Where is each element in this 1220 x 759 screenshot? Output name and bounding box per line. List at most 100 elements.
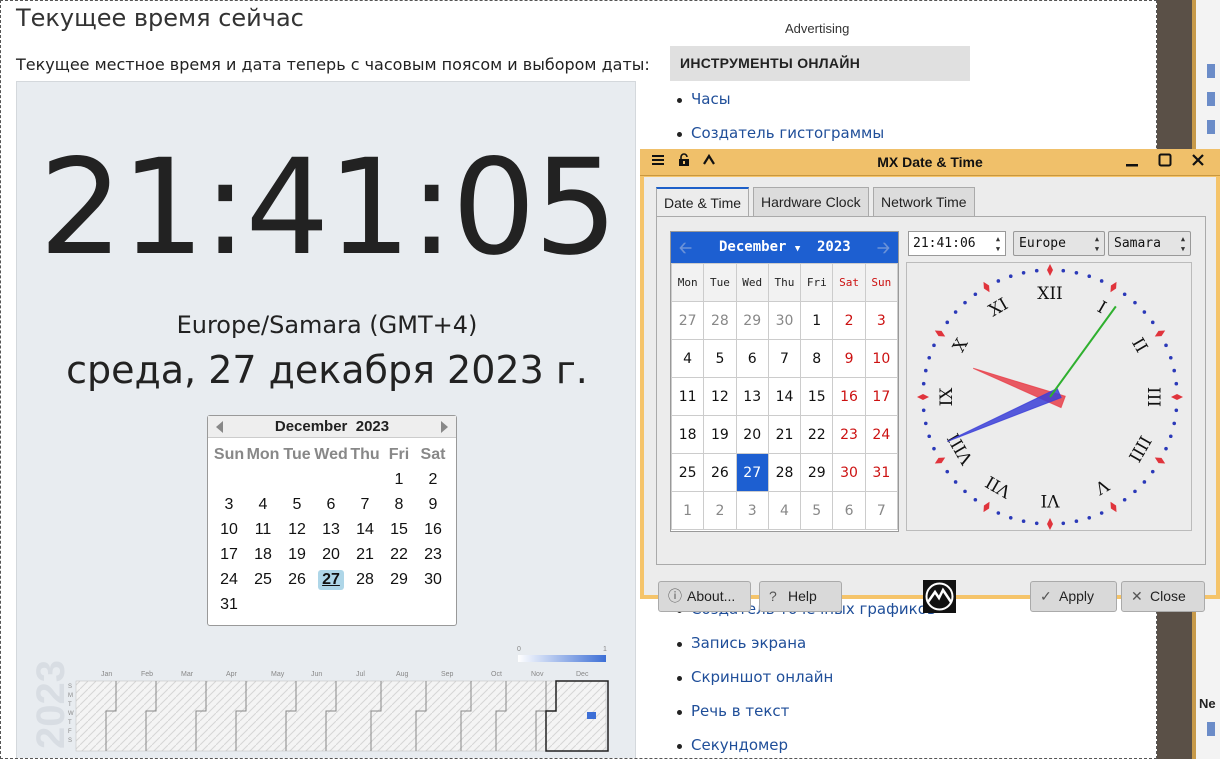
calendar-day[interactable]: 1 bbox=[382, 467, 416, 492]
about-button[interactable]: ⓘ About... bbox=[658, 581, 751, 612]
calendar-day[interactable]: 7 bbox=[864, 491, 899, 530]
tool-link[interactable]: Создатель гистограммы bbox=[676, 124, 884, 142]
tab-hardware-clock[interactable]: Hardware Clock bbox=[753, 187, 869, 216]
time-input[interactable]: 21:41:06 ▲ ▼ bbox=[908, 231, 1006, 256]
calendar-day[interactable]: 6 bbox=[314, 492, 348, 517]
calendar-day[interactable]: 19 bbox=[703, 415, 737, 454]
calendar-day[interactable]: 30 bbox=[767, 301, 802, 340]
calendar-day[interactable]: 2 bbox=[832, 301, 866, 340]
next-month-icon[interactable]: 🡢 bbox=[877, 232, 890, 263]
calendar-day[interactable]: 8 bbox=[382, 492, 416, 517]
calendar-day[interactable]: 10 bbox=[212, 517, 246, 542]
calendar-day[interactable]: 3 bbox=[864, 301, 899, 340]
calendar-year-selector[interactable]: 2023 bbox=[817, 232, 851, 263]
calendar-day[interactable]: 4 bbox=[246, 492, 280, 517]
calendar-day[interactable]: 28 bbox=[348, 567, 382, 592]
calendar-day[interactable]: 5 bbox=[703, 339, 737, 378]
calendar-day[interactable]: 12 bbox=[280, 517, 314, 542]
calendar-day[interactable]: 1 bbox=[800, 301, 834, 340]
calendar-day[interactable]: 4 bbox=[767, 491, 802, 530]
calendar-day[interactable]: 22 bbox=[800, 415, 834, 454]
calendar-day[interactable]: 30 bbox=[416, 567, 450, 592]
apply-button[interactable]: ✓ Apply bbox=[1030, 581, 1117, 612]
tab-network-time[interactable]: Network Time bbox=[873, 187, 975, 216]
calendar-day[interactable]: 17 bbox=[864, 377, 899, 416]
calendar-day[interactable]: 13 bbox=[735, 377, 769, 416]
calendar-day[interactable]: 9 bbox=[832, 339, 866, 378]
minimize-icon[interactable] bbox=[1122, 152, 1142, 172]
calendar-day[interactable]: 24 bbox=[864, 415, 899, 454]
calendar-day[interactable]: 7 bbox=[767, 339, 802, 378]
tool-link[interactable]: Секундомер bbox=[676, 736, 788, 754]
calendar-day[interactable]: 6 bbox=[735, 339, 769, 378]
calendar-day[interactable]: 18 bbox=[670, 415, 705, 454]
close-button[interactable]: ✕ Close bbox=[1121, 581, 1205, 612]
calendar-day[interactable]: 15 bbox=[800, 377, 834, 416]
calendar-day[interactable]: 23 bbox=[416, 542, 450, 567]
calendar-day[interactable]: 16 bbox=[832, 377, 866, 416]
calendar-day[interactable]: 13 bbox=[314, 517, 348, 542]
calendar-day[interactable]: 29 bbox=[800, 453, 834, 492]
calendar-month-selector[interactable]: December ▼ bbox=[719, 232, 800, 265]
tab-date-time[interactable]: Date & Time bbox=[656, 187, 750, 217]
calendar-day[interactable]: 8 bbox=[800, 339, 834, 378]
calendar-day[interactable]: 23 bbox=[832, 415, 866, 454]
calendar-day[interactable]: 27 bbox=[670, 301, 705, 340]
calendar-day[interactable]: 1 bbox=[670, 491, 705, 530]
calendar-day[interactable]: 14 bbox=[767, 377, 802, 416]
help-button[interactable]: ? Help bbox=[759, 581, 842, 612]
calendar-day[interactable]: 2 bbox=[416, 467, 450, 492]
calendar-day[interactable]: 5 bbox=[280, 492, 314, 517]
calendar-day[interactable]: 14 bbox=[348, 517, 382, 542]
tool-link[interactable]: Скриншот онлайн bbox=[676, 668, 833, 686]
next-month-icon[interactable] bbox=[441, 421, 448, 433]
prev-month-icon[interactable]: 🡠 bbox=[679, 232, 692, 263]
calendar-day[interactable]: 5 bbox=[800, 491, 834, 530]
calendar-day[interactable]: 25 bbox=[246, 567, 280, 592]
city-select[interactable]: Samara ▲ ▼ bbox=[1108, 231, 1191, 256]
calendar-day[interactable]: 25 bbox=[670, 453, 705, 492]
calendar-day[interactable]: 7 bbox=[348, 492, 382, 517]
calendar-day[interactable]: 21 bbox=[767, 415, 802, 454]
calendar-day[interactable]: 11 bbox=[670, 377, 705, 416]
tool-link[interactable]: Запись экрана bbox=[676, 634, 806, 652]
spin-down-icon[interactable]: ▼ bbox=[993, 244, 1003, 254]
calendar-day[interactable]: 20 bbox=[735, 415, 769, 454]
calendar-day[interactable]: 2 bbox=[703, 491, 737, 530]
calendar-day[interactable]: 11 bbox=[246, 517, 280, 542]
calendar-day[interactable]: 29 bbox=[382, 567, 416, 592]
close-icon[interactable] bbox=[1188, 152, 1208, 172]
calendar-day[interactable]: 3 bbox=[735, 491, 769, 530]
calendar-day[interactable]: 31 bbox=[212, 592, 246, 617]
window-titlebar[interactable]: MX Date & Time bbox=[640, 149, 1220, 176]
calendar-day[interactable]: 12 bbox=[703, 377, 737, 416]
calendar-day[interactable]: 4 bbox=[670, 339, 705, 378]
tool-link[interactable]: Речь в текст bbox=[676, 702, 789, 720]
calendar-day[interactable]: 10 bbox=[864, 339, 899, 378]
prev-month-icon[interactable] bbox=[216, 421, 223, 433]
calendar-day[interactable]: 27 bbox=[735, 453, 769, 492]
calendar-day[interactable]: 16 bbox=[416, 517, 450, 542]
maximize-icon[interactable] bbox=[1155, 152, 1175, 172]
calendar-day[interactable]: 27 bbox=[314, 567, 348, 592]
calendar-day[interactable]: 17 bbox=[212, 542, 246, 567]
calendar-day[interactable]: 6 bbox=[832, 491, 866, 530]
calendar-day[interactable]: 19 bbox=[280, 542, 314, 567]
calendar-day[interactable]: 26 bbox=[703, 453, 737, 492]
calendar-day[interactable]: 18 bbox=[246, 542, 280, 567]
spin-up-icon[interactable]: ▲ bbox=[993, 234, 1003, 244]
calendar-day[interactable]: 29 bbox=[735, 301, 769, 340]
region-select[interactable]: Europe ▲ ▼ bbox=[1013, 231, 1105, 256]
calendar-day[interactable]: 28 bbox=[703, 301, 737, 340]
calendar-day[interactable]: 22 bbox=[382, 542, 416, 567]
calendar-day[interactable]: 28 bbox=[767, 453, 802, 492]
calendar-day[interactable]: 26 bbox=[280, 567, 314, 592]
calendar-day[interactable]: 21 bbox=[348, 542, 382, 567]
calendar-day[interactable]: 24 bbox=[212, 567, 246, 592]
calendar-day[interactable]: 31 bbox=[864, 453, 899, 492]
calendar-day[interactable]: 30 bbox=[832, 453, 866, 492]
calendar-day[interactable]: 15 bbox=[382, 517, 416, 542]
calendar-day[interactable]: 3 bbox=[212, 492, 246, 517]
calendar-day[interactable]: 20 bbox=[314, 542, 348, 567]
tool-link[interactable]: Часы bbox=[677, 90, 731, 108]
